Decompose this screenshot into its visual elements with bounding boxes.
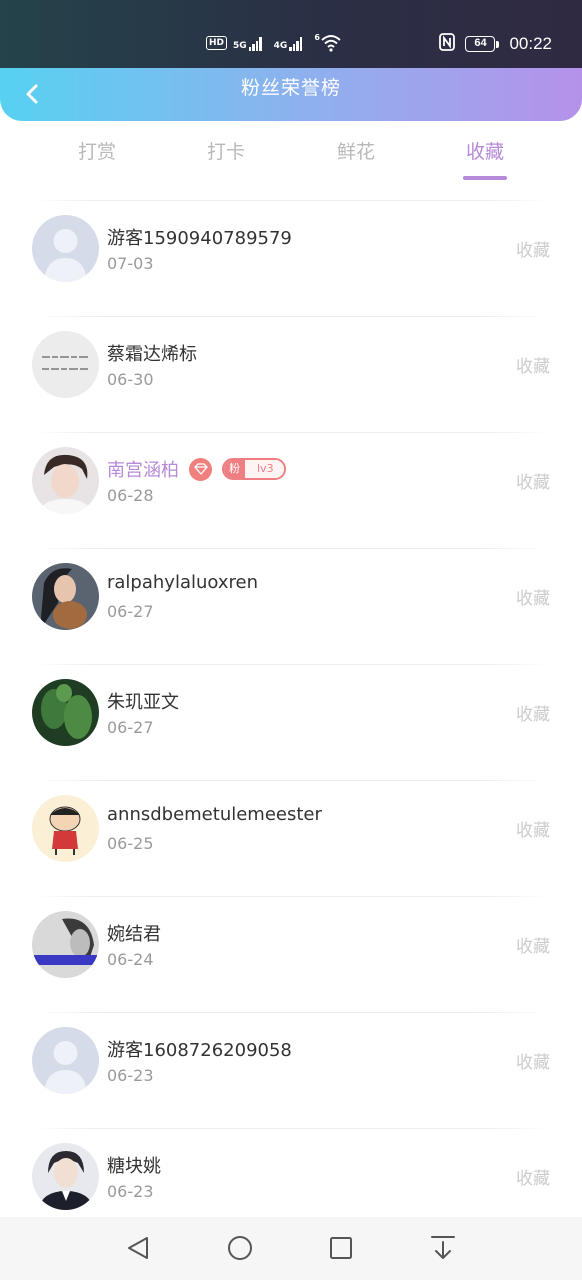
fan-name: 南宫涵柏 粉 lv3 — [107, 456, 286, 482]
divider — [28, 548, 554, 549]
system-nav-bar — [0, 1217, 582, 1280]
divider — [28, 316, 554, 317]
fan-name: 蔡霜达烯标 — [107, 344, 197, 365]
divider — [28, 1012, 554, 1013]
tab-reward[interactable]: 打赏 — [52, 130, 142, 175]
avatar[interactable] — [32, 331, 99, 398]
signal-icon-2: 4G — [274, 35, 303, 51]
list-item[interactable]: 婉结君 06-24 收藏 — [0, 896, 582, 1012]
tab-bar: 打赏 打卡 鲜花 收藏 — [32, 130, 550, 186]
action-label: 收藏 — [516, 357, 550, 377]
avatar[interactable] — [32, 1143, 99, 1210]
fan-date: 06-28 — [107, 486, 154, 505]
action-label: 收藏 — [516, 821, 550, 841]
status-right: 64 00:22 — [439, 31, 552, 57]
fan-date: 06-30 — [107, 370, 154, 389]
page-title: 粉丝荣誉榜 — [240, 77, 341, 99]
download-arrow-icon[interactable] — [428, 1233, 458, 1263]
list-item[interactable]: 南宫涵柏 粉 lv3 06-28 收藏 — [0, 432, 582, 548]
fan-level-badge: 粉 lv3 — [222, 458, 286, 480]
wifi-icon: 6 — [314, 34, 342, 52]
fan-name: ralpahylaluoxren — [107, 572, 258, 593]
fan-name: 糖块姚 — [107, 1156, 161, 1177]
fan-date: 07-03 — [107, 254, 154, 273]
fan-name: annsdbemetulemeester — [107, 804, 322, 825]
back-triangle-icon[interactable] — [124, 1233, 154, 1263]
list-item[interactable]: 蔡霜达烯标 06-30 收藏 — [0, 316, 582, 432]
action-label: 收藏 — [516, 473, 550, 493]
fan-date: 06-23 — [107, 1182, 154, 1201]
fan-date: 06-27 — [107, 602, 154, 621]
fan-name: 游客1608726209058 — [107, 1040, 292, 1061]
active-tab-indicator — [463, 176, 507, 180]
tab-favorites[interactable]: 收藏 — [440, 130, 530, 175]
fan-date: 06-24 — [107, 950, 154, 969]
tab-checkin[interactable]: 打卡 — [181, 130, 271, 175]
list-item[interactable]: 游客1590940789579 07-03 收藏 — [0, 200, 582, 316]
action-label: 收藏 — [516, 1053, 550, 1073]
avatar[interactable] — [32, 563, 99, 630]
network-icons: HD 5G 4G 6 — [206, 31, 342, 55]
divider — [28, 780, 554, 781]
tab-flowers[interactable]: 鲜花 — [311, 130, 401, 175]
fan-date: 06-27 — [107, 718, 154, 737]
list-item[interactable]: 游客1608726209058 06-23 收藏 — [0, 1012, 582, 1128]
recents-square-icon[interactable] — [326, 1233, 356, 1263]
list-item[interactable]: ralpahylaluoxren 06-27 收藏 — [0, 548, 582, 664]
avatar[interactable] — [32, 911, 99, 978]
fan-date: 06-23 — [107, 1066, 154, 1085]
avatar[interactable] — [32, 215, 99, 282]
divider — [28, 432, 554, 433]
fan-name: 婉结君 — [107, 924, 161, 945]
list-item[interactable]: annsdbemetulemeester 06-25 收藏 — [0, 780, 582, 896]
fan-name: 游客1590940789579 — [107, 228, 292, 249]
list-item[interactable]: 朱玑亚文 06-27 收藏 — [0, 664, 582, 780]
avatar[interactable] — [32, 447, 99, 514]
diamond-icon — [189, 457, 212, 481]
divider — [28, 896, 554, 897]
avatar[interactable] — [32, 679, 99, 746]
action-label: 收藏 — [516, 937, 550, 957]
action-label: 收藏 — [516, 241, 550, 261]
clock: 00:22 — [509, 34, 552, 53]
page-header: 粉丝荣誉榜 — [0, 68, 582, 121]
battery-icon: 64 — [465, 36, 500, 52]
nfc-icon — [439, 32, 456, 56]
action-label: 收藏 — [516, 589, 550, 609]
action-label: 收藏 — [516, 1169, 550, 1189]
divider — [28, 1128, 554, 1129]
fan-name: 朱玑亚文 — [107, 692, 179, 713]
divider — [28, 664, 554, 665]
avatar[interactable] — [32, 1027, 99, 1094]
divider — [28, 200, 554, 201]
hd-icon: HD — [206, 36, 228, 50]
avatar[interactable] — [32, 795, 99, 862]
home-circle-icon[interactable] — [225, 1233, 255, 1263]
fan-date: 06-25 — [107, 834, 154, 853]
signal-icon: 5G — [233, 35, 262, 51]
action-label: 收藏 — [516, 705, 550, 725]
